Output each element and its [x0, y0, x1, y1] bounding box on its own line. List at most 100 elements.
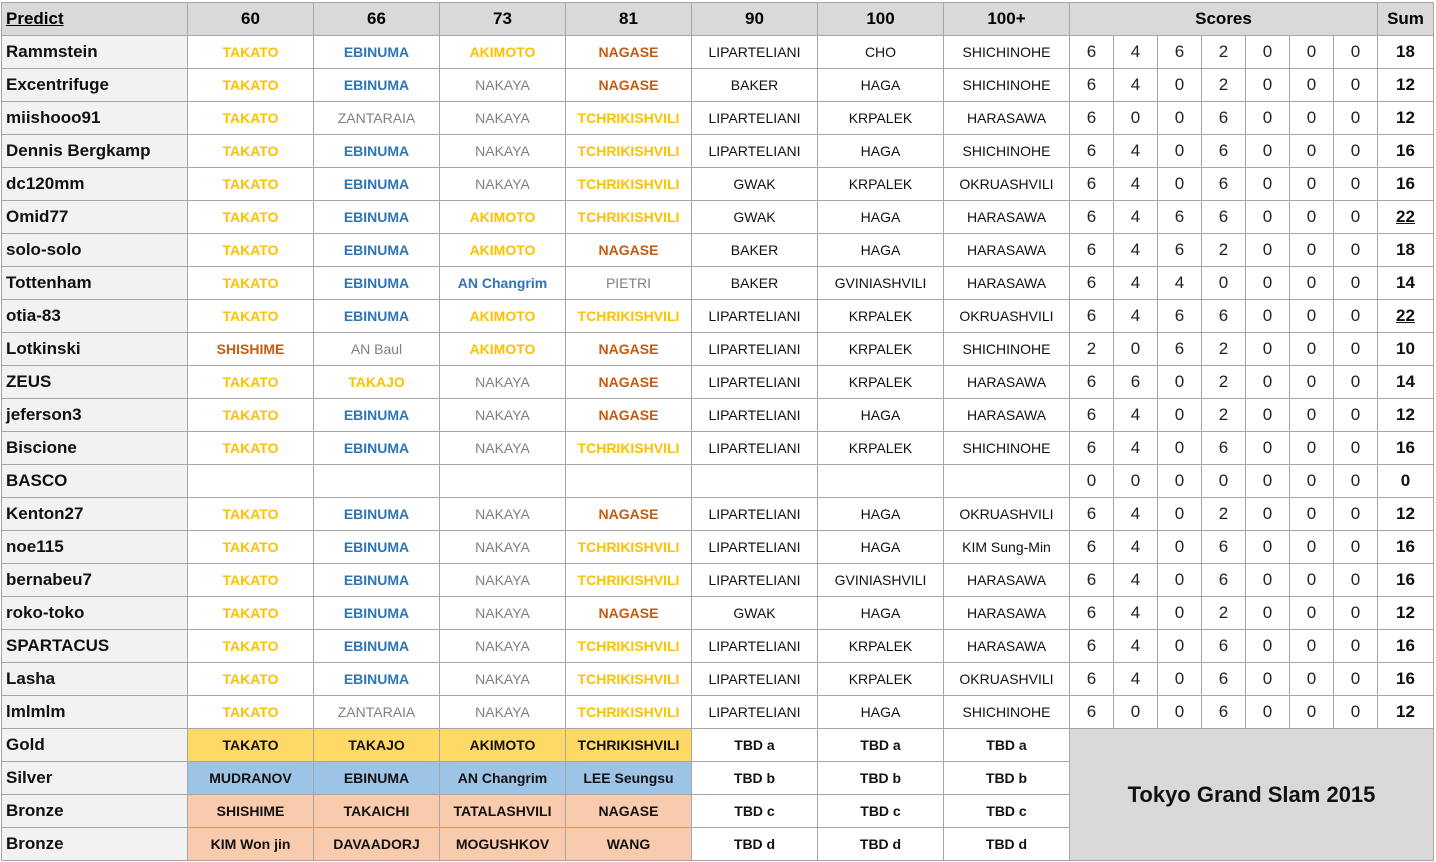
score-cell[interactable]: 4 — [1113, 629, 1158, 663]
sum-cell[interactable]: 16 — [1377, 530, 1434, 564]
medal-result-cell[interactable]: TAKAICHI — [313, 794, 440, 828]
score-cell[interactable]: 6 — [1069, 167, 1114, 201]
pick-cell[interactable]: TAKATO — [187, 35, 314, 69]
pick-cell[interactable]: EBINUMA — [313, 266, 440, 300]
pick-cell[interactable]: GVINIASHVILI — [817, 563, 944, 597]
score-cell[interactable]: 6 — [1201, 200, 1246, 234]
score-cell[interactable]: 0 — [1289, 266, 1334, 300]
pick-cell[interactable]: KRPALEK — [817, 662, 944, 696]
player-name[interactable]: Biscione — [1, 431, 188, 465]
score-cell[interactable]: 0 — [1245, 167, 1290, 201]
pick-cell[interactable]: EBINUMA — [313, 563, 440, 597]
pick-cell[interactable] — [187, 464, 314, 498]
pick-cell[interactable]: NAGASE — [565, 398, 692, 432]
score-cell[interactable]: 0 — [1245, 431, 1290, 465]
score-cell[interactable]: 0 — [1333, 530, 1378, 564]
score-cell[interactable]: 0 — [1157, 167, 1202, 201]
score-cell[interactable]: 6 — [1201, 629, 1246, 663]
medal-result-cell[interactable]: TCHRIKISHVILI — [565, 728, 692, 762]
score-cell[interactable]: 6 — [1157, 233, 1202, 267]
score-cell[interactable]: 6 — [1069, 530, 1114, 564]
score-cell[interactable]: 0 — [1245, 299, 1290, 333]
pick-cell[interactable]: HAGA — [817, 200, 944, 234]
score-cell[interactable]: 0 — [1289, 101, 1334, 135]
pick-cell[interactable]: EBINUMA — [313, 233, 440, 267]
header-scores[interactable]: Scores — [1069, 2, 1378, 36]
pick-cell[interactable]: TAKATO — [187, 563, 314, 597]
score-cell[interactable]: 2 — [1201, 332, 1246, 366]
medal-result-cell[interactable]: TAKATO — [187, 728, 314, 762]
score-cell[interactable]: 0 — [1289, 563, 1334, 597]
score-cell[interactable]: 0 — [1289, 497, 1334, 531]
medal-result-cell[interactable]: TBD c — [691, 794, 818, 828]
pick-cell[interactable]: HARASAWA — [943, 398, 1070, 432]
score-cell[interactable]: 0 — [1333, 233, 1378, 267]
pick-cell[interactable]: LIPARTELIANI — [691, 695, 818, 729]
medal-result-cell[interactable]: TBD c — [943, 794, 1070, 828]
score-cell[interactable]: 0 — [1157, 695, 1202, 729]
score-cell[interactable]: 0 — [1157, 101, 1202, 135]
score-cell[interactable]: 6 — [1201, 662, 1246, 696]
score-cell[interactable]: 2 — [1201, 35, 1246, 69]
score-cell[interactable]: 4 — [1113, 200, 1158, 234]
score-cell[interactable]: 6 — [1157, 332, 1202, 366]
score-cell[interactable]: 4 — [1113, 662, 1158, 696]
medal-label[interactable]: Bronze — [1, 794, 188, 828]
score-cell[interactable]: 0 — [1289, 299, 1334, 333]
pick-cell[interactable]: BAKER — [691, 266, 818, 300]
pick-cell[interactable]: TAKATO — [187, 68, 314, 102]
score-cell[interactable]: 2 — [1201, 68, 1246, 102]
pick-cell[interactable]: HAGA — [817, 497, 944, 531]
score-cell[interactable]: 0 — [1245, 134, 1290, 168]
pick-cell[interactable]: NAKAYA — [439, 431, 566, 465]
player-name[interactable]: Rammstein — [1, 35, 188, 69]
pick-cell[interactable]: EBINUMA — [313, 134, 440, 168]
score-cell[interactable]: 4 — [1113, 596, 1158, 630]
medal-result-cell[interactable]: TAKAJO — [313, 728, 440, 762]
score-cell[interactable]: 4 — [1113, 497, 1158, 531]
score-cell[interactable]: 4 — [1113, 530, 1158, 564]
header-weight-81[interactable]: 81 — [565, 2, 692, 36]
score-cell[interactable]: 4 — [1157, 266, 1202, 300]
sum-cell[interactable]: 16 — [1377, 431, 1434, 465]
pick-cell[interactable]: NAKAYA — [439, 563, 566, 597]
pick-cell[interactable]: EBINUMA — [313, 431, 440, 465]
score-cell[interactable]: 0 — [1157, 365, 1202, 399]
pick-cell[interactable]: NAKAYA — [439, 167, 566, 201]
pick-cell[interactable]: EBINUMA — [313, 530, 440, 564]
pick-cell[interactable]: KRPALEK — [817, 299, 944, 333]
score-cell[interactable]: 6 — [1069, 299, 1114, 333]
score-cell[interactable]: 6 — [1069, 398, 1114, 432]
sum-cell[interactable]: 16 — [1377, 167, 1434, 201]
header-weight-100+[interactable]: 100+ — [943, 2, 1070, 36]
score-cell[interactable]: 0 — [1333, 200, 1378, 234]
score-cell[interactable]: 4 — [1113, 563, 1158, 597]
sum-cell[interactable]: 12 — [1377, 695, 1434, 729]
score-cell[interactable]: 6 — [1157, 35, 1202, 69]
pick-cell[interactable]: HARASAWA — [943, 200, 1070, 234]
score-cell[interactable]: 0 — [1289, 365, 1334, 399]
pick-cell[interactable]: KIM Sung-Min — [943, 530, 1070, 564]
score-cell[interactable]: 0 — [1157, 662, 1202, 696]
sum-cell[interactable]: 18 — [1377, 35, 1434, 69]
pick-cell[interactable]: HARASAWA — [943, 266, 1070, 300]
pick-cell[interactable]: LIPARTELIANI — [691, 35, 818, 69]
score-cell[interactable]: 0 — [1157, 530, 1202, 564]
score-cell[interactable]: 2 — [1201, 398, 1246, 432]
score-cell[interactable]: 2 — [1201, 233, 1246, 267]
score-cell[interactable]: 0 — [1245, 101, 1290, 135]
score-cell[interactable]: 0 — [1245, 464, 1290, 498]
pick-cell[interactable]: SHICHINOHE — [943, 68, 1070, 102]
pick-cell[interactable]: SHICHINOHE — [943, 134, 1070, 168]
pick-cell[interactable]: KRPALEK — [817, 431, 944, 465]
score-cell[interactable]: 0 — [1289, 200, 1334, 234]
score-cell[interactable]: 0 — [1333, 629, 1378, 663]
pick-cell[interactable]: TCHRIKISHVILI — [565, 530, 692, 564]
pick-cell[interactable]: LIPARTELIANI — [691, 332, 818, 366]
score-cell[interactable]: 0 — [1201, 464, 1246, 498]
score-cell[interactable]: 4 — [1113, 68, 1158, 102]
pick-cell[interactable]: TCHRIKISHVILI — [565, 695, 692, 729]
player-name[interactable]: roko-toko — [1, 596, 188, 630]
medal-result-cell[interactable]: AKIMOTO — [439, 728, 566, 762]
pick-cell[interactable]: KRPALEK — [817, 629, 944, 663]
